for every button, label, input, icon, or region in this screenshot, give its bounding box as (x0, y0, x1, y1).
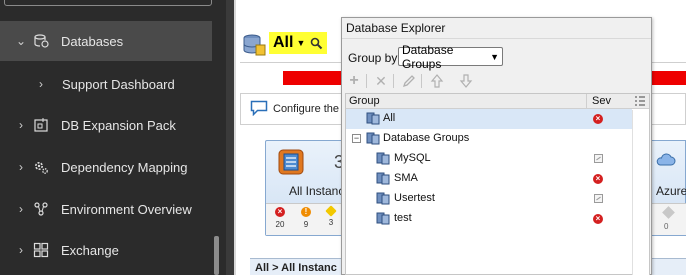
exchange-grid-icon (33, 242, 49, 258)
chevron-right-icon: › (19, 118, 23, 132)
group-by-label: Group by: (348, 51, 401, 65)
database-group-icon (366, 112, 380, 125)
database-icon (34, 34, 49, 48)
sidebar-item-label: Exchange (61, 242, 119, 258)
main-left-border (234, 0, 236, 275)
group-by-select[interactable]: Database Groups ▼ (398, 43, 503, 71)
move-up-icon[interactable] (429, 73, 445, 89)
database-group-icon (376, 152, 390, 165)
database-group-icon (376, 212, 390, 225)
tree-row-label: test (394, 212, 412, 224)
sidebar-item-label: Dependency Mapping (61, 159, 188, 175)
unknown-severity-icon (594, 194, 603, 203)
search-icon[interactable] (310, 37, 323, 50)
toolbar-separator (393, 74, 394, 88)
sidebar-search-box[interactable] (4, 0, 212, 6)
explorer-toolbar (343, 71, 651, 92)
sidebar-item-support-dashboard[interactable]: › Support Dashboard (0, 64, 212, 104)
warning-icon: ! (301, 207, 311, 217)
azure-cloud-icon (656, 153, 676, 166)
group-by-value: Database Groups (402, 42, 454, 71)
column-header-sev[interactable]: Sev (592, 95, 611, 107)
chevron-down-icon: ⌄ (15, 34, 27, 48)
tree-row-label: Database Groups (383, 132, 470, 144)
sidebar-item-exchange[interactable]: › Exchange (0, 230, 212, 270)
explorer-title: Database Explorer (346, 21, 446, 35)
sidebar-item-label: Support Dashboard (62, 76, 175, 92)
caret-down-icon: ▼ (296, 38, 306, 48)
tile-stat-critical: × 20 (275, 207, 285, 229)
sidebar-item-label: Databases (61, 33, 124, 49)
explorer-title-divider (342, 38, 651, 39)
sidebar-item-dependency-mapping[interactable]: › Dependency Mapping (0, 147, 212, 187)
chevron-right-icon: › (19, 243, 23, 257)
chevron-right-icon: › (19, 202, 23, 216)
scope-label: All (273, 34, 294, 51)
critical-icon: × (275, 207, 285, 217)
tile-stat-warning: ! 9 (297, 207, 315, 229)
database-group-icon (376, 172, 390, 185)
speech-bubble-icon (250, 100, 268, 116)
database-group-icon (376, 192, 390, 205)
chevron-right-icon: › (39, 77, 43, 91)
azure-tile-label: Azure (656, 184, 686, 198)
critical-severity-icon: × (593, 214, 603, 224)
tree-row-label: SMA (394, 172, 418, 184)
scope-selector[interactable]: All ▼ (269, 32, 328, 54)
edit-icon[interactable] (401, 73, 417, 89)
critical-severity-icon: × (593, 174, 603, 184)
tree-row-label: All (383, 112, 396, 124)
unknown-severity-icon (594, 154, 603, 163)
column-chooser-icon[interactable] (634, 95, 646, 107)
move-down-icon[interactable] (458, 73, 474, 89)
tree-row-label: Usertest (394, 192, 435, 204)
dependency-gears-icon (34, 161, 48, 174)
grid-scrollbar[interactable] (632, 110, 649, 275)
sidebar-item-databases[interactable]: ⌄ Databases (0, 21, 212, 61)
chevron-down-icon: ▼ (490, 51, 499, 62)
column-header-group[interactable]: Group (349, 95, 380, 107)
collapse-icon[interactable]: − (352, 134, 361, 143)
environment-nodes-icon (34, 202, 48, 216)
database-stack-icon (243, 34, 266, 56)
instances-icon (278, 149, 304, 175)
sidebar-scrollbar[interactable] (214, 236, 219, 275)
sidebar-item-label: Environment Overview (61, 201, 192, 217)
caution-icon (325, 205, 337, 217)
azure-tile-stat: 0 (664, 222, 669, 231)
chevron-right-icon: › (19, 160, 23, 174)
tile-stat-caution: 3 (322, 205, 340, 227)
delete-icon[interactable]: ✕ (373, 73, 389, 89)
sidebar-item-db-expansion-pack[interactable]: › DB Expansion Pack (0, 105, 212, 145)
expansion-pack-icon (34, 118, 48, 132)
sidebar-item-environment-overview[interactable]: › Environment Overview (0, 189, 212, 229)
database-group-icon (366, 132, 380, 145)
configure-link[interactable]: Configure the g (273, 103, 348, 115)
toolbar-separator (366, 74, 367, 88)
tree-row-label: MySQL (394, 152, 431, 164)
add-icon[interactable]: + (346, 73, 362, 89)
critical-severity-icon: × (593, 114, 603, 124)
sidebar-divider (226, 0, 234, 275)
sidebar-item-label: DB Expansion Pack (61, 117, 176, 133)
column-separator[interactable] (586, 94, 587, 109)
toolbar-separator (421, 74, 422, 88)
sidebar: ⌄ Databases › Support Dashboard › DB Exp… (0, 0, 226, 275)
